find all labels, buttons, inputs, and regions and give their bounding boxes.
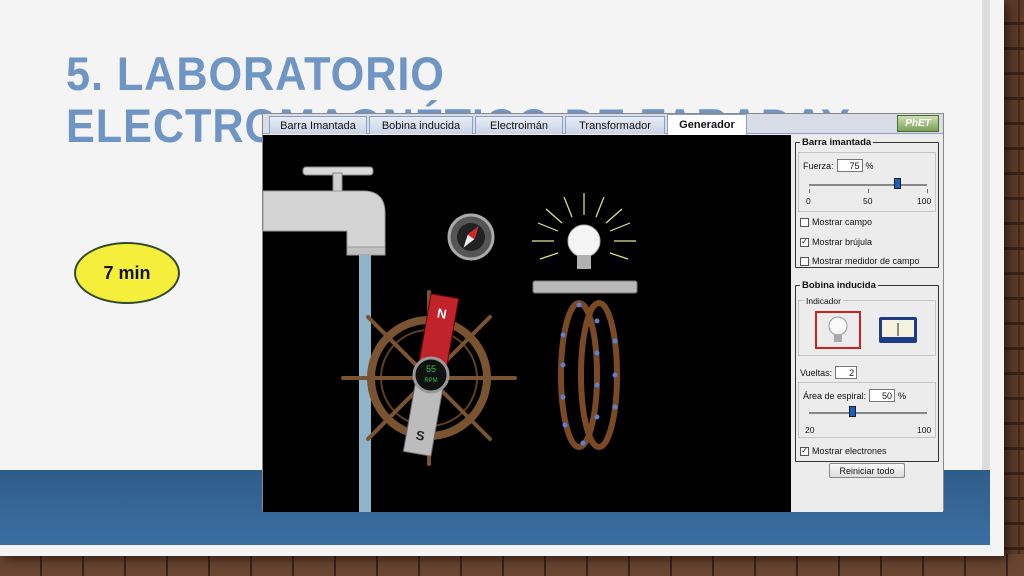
show-compass-label: Mostrar brújula [812, 237, 873, 247]
loops-label: Vueltas: [800, 367, 833, 378]
loops-spinner[interactable]: 2 [835, 366, 858, 379]
strength-tick [809, 189, 810, 193]
presentation-slide: 5. Laboratorio electromagnético de Farad… [0, 0, 1004, 556]
loop-area-subgroup: Área de espiral: 50 % 20 100 [798, 382, 936, 438]
strength-input[interactable]: 75 [836, 159, 863, 172]
show-field-option[interactable]: Mostrar campo [800, 217, 872, 227]
rpm-unit: RPM [424, 378, 437, 384]
loop-area-slider-thumb[interactable] [849, 406, 857, 417]
tab-transformador[interactable]: Transformador [565, 116, 665, 134]
light-bulb-icon [532, 193, 636, 269]
tab-label: Barra Imantada [280, 119, 356, 132]
pickup-coil-title: Bobina inducida [800, 280, 878, 291]
rpm-gauge: 55 RPM [412, 356, 450, 394]
phet-logo-text: PhET [905, 118, 931, 129]
sim-tab-bar: Barra Imantada Bobina inducida Electroim… [263, 114, 943, 135]
compass-icon[interactable] [447, 213, 495, 261]
bar-magnet-title: Barra imantada [800, 137, 874, 148]
strength-tick-label: 50 [863, 196, 873, 206]
rpm-value: 55 [426, 364, 436, 374]
loop-area-unit: % [898, 390, 907, 401]
show-field-meter-label: Mostrar medidor de campo [812, 256, 920, 266]
tab-bobina-inducida[interactable]: Bobina inducida [369, 116, 473, 134]
time-badge-label: 7 min [103, 262, 151, 283]
brick-wall-bottom [0, 554, 1024, 576]
voltmeter-icon [879, 317, 917, 343]
strength-tick-label: 100 [917, 196, 932, 206]
loop-area-max-label: 100 [917, 425, 932, 435]
pickup-coil-icon[interactable] [558, 300, 620, 450]
tab-label: Transformador [579, 119, 651, 132]
show-compass-checkbox[interactable]: ✓ [800, 237, 809, 247]
tab-barra-imantada[interactable]: Barra Imantada [269, 116, 367, 134]
show-field-meter-checkbox[interactable] [800, 256, 809, 266]
strength-slider-thumb[interactable] [893, 178, 901, 189]
bulb-icon [828, 316, 848, 342]
show-electrons-option[interactable]: ✓ Mostrar electrones [800, 446, 887, 456]
show-electrons-label: Mostrar electrones [812, 446, 887, 456]
strength-unit: % [865, 160, 874, 171]
faraday-simulation-window: Barra Imantada Bobina inducida Electroim… [262, 113, 944, 512]
loop-area-slider-track[interactable] [809, 412, 927, 414]
simulation-canvas[interactable]: N S 55 RPM [263, 135, 791, 512]
loop-area-min-label: 20 [805, 425, 815, 435]
strength-label: Fuerza: [803, 160, 834, 171]
strength-tick-label: 0 [806, 196, 811, 206]
show-field-meter-option[interactable]: Mostrar medidor de campo [800, 256, 920, 266]
loop-area-label: Área de espiral: [803, 390, 867, 401]
strength-subgroup: Fuerza: 75 % 0 50 100 [798, 152, 936, 212]
generator-scene: N S 55 RPM [263, 166, 638, 512]
time-badge: 7 min [74, 242, 180, 304]
control-panel: Barra imantada Fuerza: 75 % 0 50 100 Mos… [791, 135, 943, 512]
tab-label: Bobina inducida [381, 119, 461, 132]
show-field-label: Mostrar campo [812, 217, 873, 227]
strength-tick [868, 189, 869, 193]
pickup-coil-group: Bobina inducida Indicador Vueltas: 2 Áre… [795, 280, 939, 462]
show-electrons-checkbox[interactable]: ✓ [800, 446, 809, 456]
bar-magnet-group: Barra imantada Fuerza: 75 % 0 50 100 Mos… [795, 137, 939, 268]
show-field-checkbox[interactable] [800, 217, 809, 227]
show-compass-option[interactable]: ✓ Mostrar brújula [800, 237, 872, 247]
phet-logo[interactable]: PhET [897, 115, 939, 132]
tab-generador[interactable]: Generador [667, 114, 747, 135]
tab-label: Generador [679, 119, 735, 131]
loop-area-input[interactable]: 50 [869, 389, 896, 402]
strength-tick [927, 189, 928, 193]
faucet-icon[interactable] [263, 166, 386, 256]
tab-electroiman[interactable]: Electroimán [475, 116, 563, 134]
tab-label: Electroimán [489, 119, 549, 132]
indicator-subgroup: Indicador [798, 296, 936, 356]
indicator-voltmeter-button[interactable] [875, 311, 921, 349]
reset-all-button[interactable]: Reiniciar todo [829, 463, 905, 478]
reset-all-label: Reiniciar todo [839, 465, 895, 476]
strength-slider-track[interactable] [809, 184, 927, 186]
indicator-label: Indicador [804, 296, 843, 306]
bulb-base-plate [532, 280, 638, 294]
indicator-bulb-button[interactable] [815, 311, 861, 349]
